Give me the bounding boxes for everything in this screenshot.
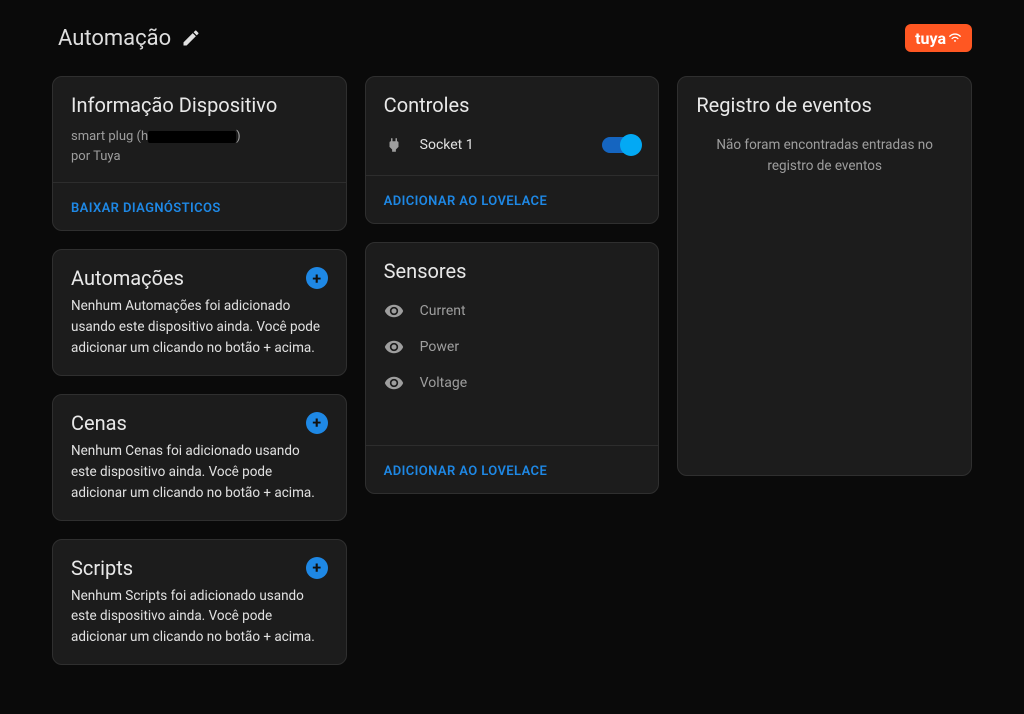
add-automation-button[interactable]: +	[306, 267, 328, 289]
scenes-empty-text: Nenhum Cenas foi adicionado usando este …	[71, 441, 328, 504]
logbook-title: Registro de eventos	[696, 93, 953, 117]
add-script-button[interactable]: +	[306, 557, 328, 579]
automations-card: Automações + Nenhum Automações foi adici…	[52, 249, 347, 376]
scenes-card: Cenas + Nenhum Cenas foi adicionado usan…	[52, 394, 347, 521]
download-diagnostics-button[interactable]: BAIXAR DIAGNÓSTICOS	[71, 201, 221, 216]
sensor-label: Power	[420, 339, 459, 355]
sensor-label: Voltage	[420, 375, 467, 391]
socket-toggle[interactable]	[602, 137, 640, 153]
pencil-icon[interactable]	[181, 28, 201, 48]
sensor-row[interactable]: Voltage	[384, 365, 641, 401]
scripts-card: Scripts + Nenhum Scripts foi adicionado …	[52, 539, 347, 666]
controls-title: Controles	[384, 93, 641, 117]
sensor-label: Current	[420, 303, 466, 319]
power-socket-icon[interactable]	[384, 135, 404, 155]
eye-icon	[384, 337, 404, 357]
eye-icon	[384, 301, 404, 321]
brand-label: tuya	[915, 29, 946, 48]
automations-empty-text: Nenhum Automações foi adicionado usando …	[71, 296, 328, 359]
device-info-card: Informação Dispositivo smart plug (h) po…	[52, 76, 347, 231]
sensor-row[interactable]: Current	[384, 293, 641, 329]
scripts-empty-text: Nenhum Scripts foi adicionado usando est…	[71, 586, 328, 649]
automations-title: Automações	[71, 266, 184, 290]
add-scene-button[interactable]: +	[306, 412, 328, 434]
device-info-title: Informação Dispositivo	[71, 93, 328, 117]
eye-icon	[384, 373, 404, 393]
add-to-lovelace-button[interactable]: ADICIONAR AO LOVELACE	[384, 464, 548, 479]
device-name: smart plug (h)	[71, 127, 328, 147]
control-label[interactable]: Socket 1	[420, 137, 587, 153]
logbook-card: Registro de eventos Não foram encontrada…	[677, 76, 972, 476]
page-title: Automação	[58, 26, 171, 51]
add-to-lovelace-button[interactable]: ADICIONAR AO LOVELACE	[384, 194, 548, 209]
logbook-empty-text: Não foram encontradas entradas no regist…	[696, 135, 953, 185]
scenes-title: Cenas	[71, 411, 127, 435]
tuya-brand-badge: tuya	[905, 24, 972, 52]
controls-card: Controles Socket 1 ADICIONAR AO LOVELACE	[365, 76, 660, 224]
control-row: Socket 1	[384, 127, 641, 159]
scripts-title: Scripts	[71, 556, 133, 580]
sensor-row[interactable]: Power	[384, 329, 641, 365]
redacted-text	[148, 131, 236, 143]
device-manufacturer: por Tuya	[71, 147, 328, 167]
sensors-title: Sensores	[384, 259, 641, 283]
sensors-card: Sensores Current Power	[365, 242, 660, 494]
signal-icon	[948, 31, 962, 45]
